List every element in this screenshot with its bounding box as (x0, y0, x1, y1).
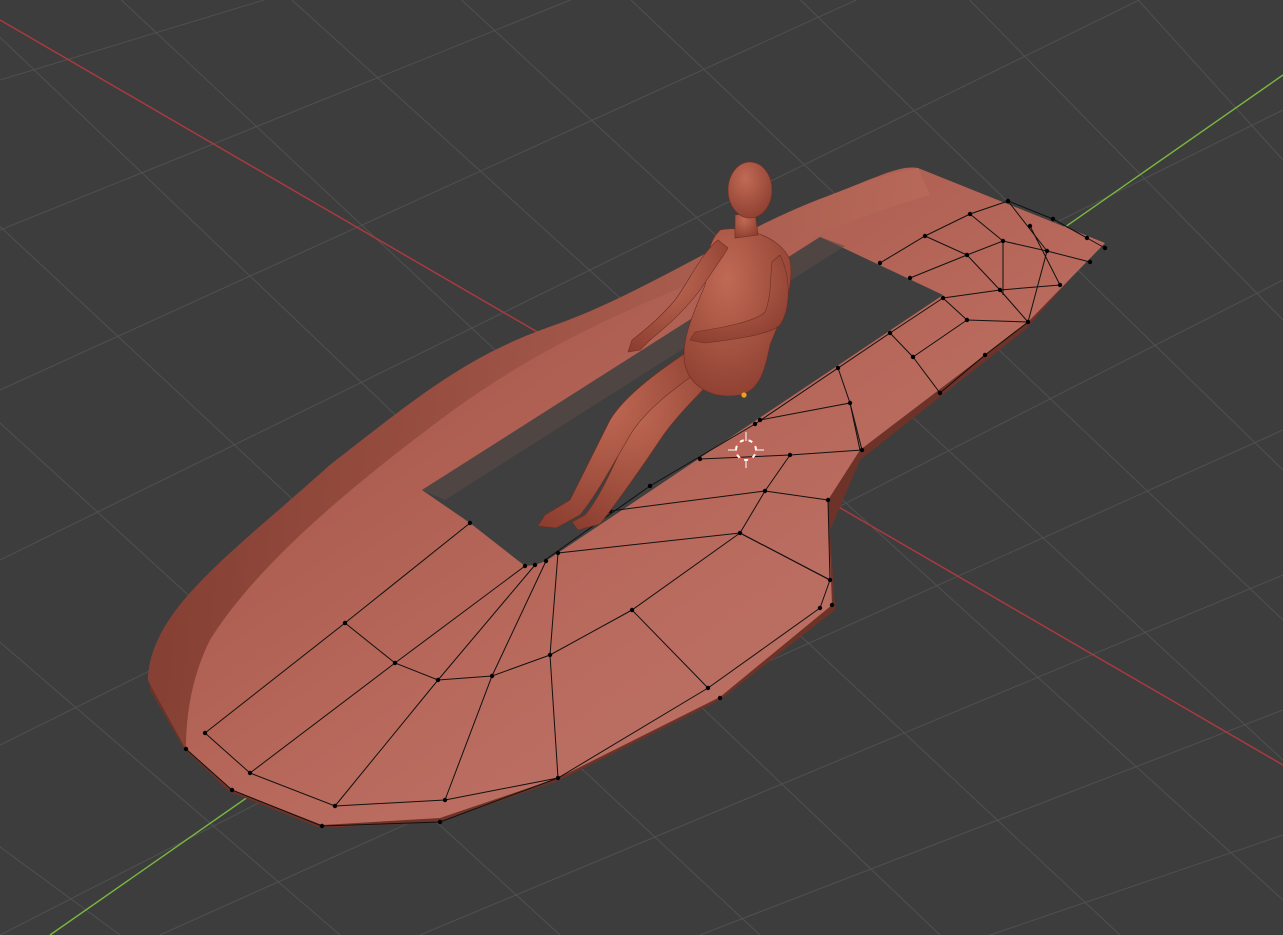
viewport-canvas[interactable] (0, 0, 1283, 935)
object-origin[interactable] (741, 392, 747, 398)
3d-viewport[interactable] (0, 0, 1283, 935)
figure-head (727, 161, 773, 219)
